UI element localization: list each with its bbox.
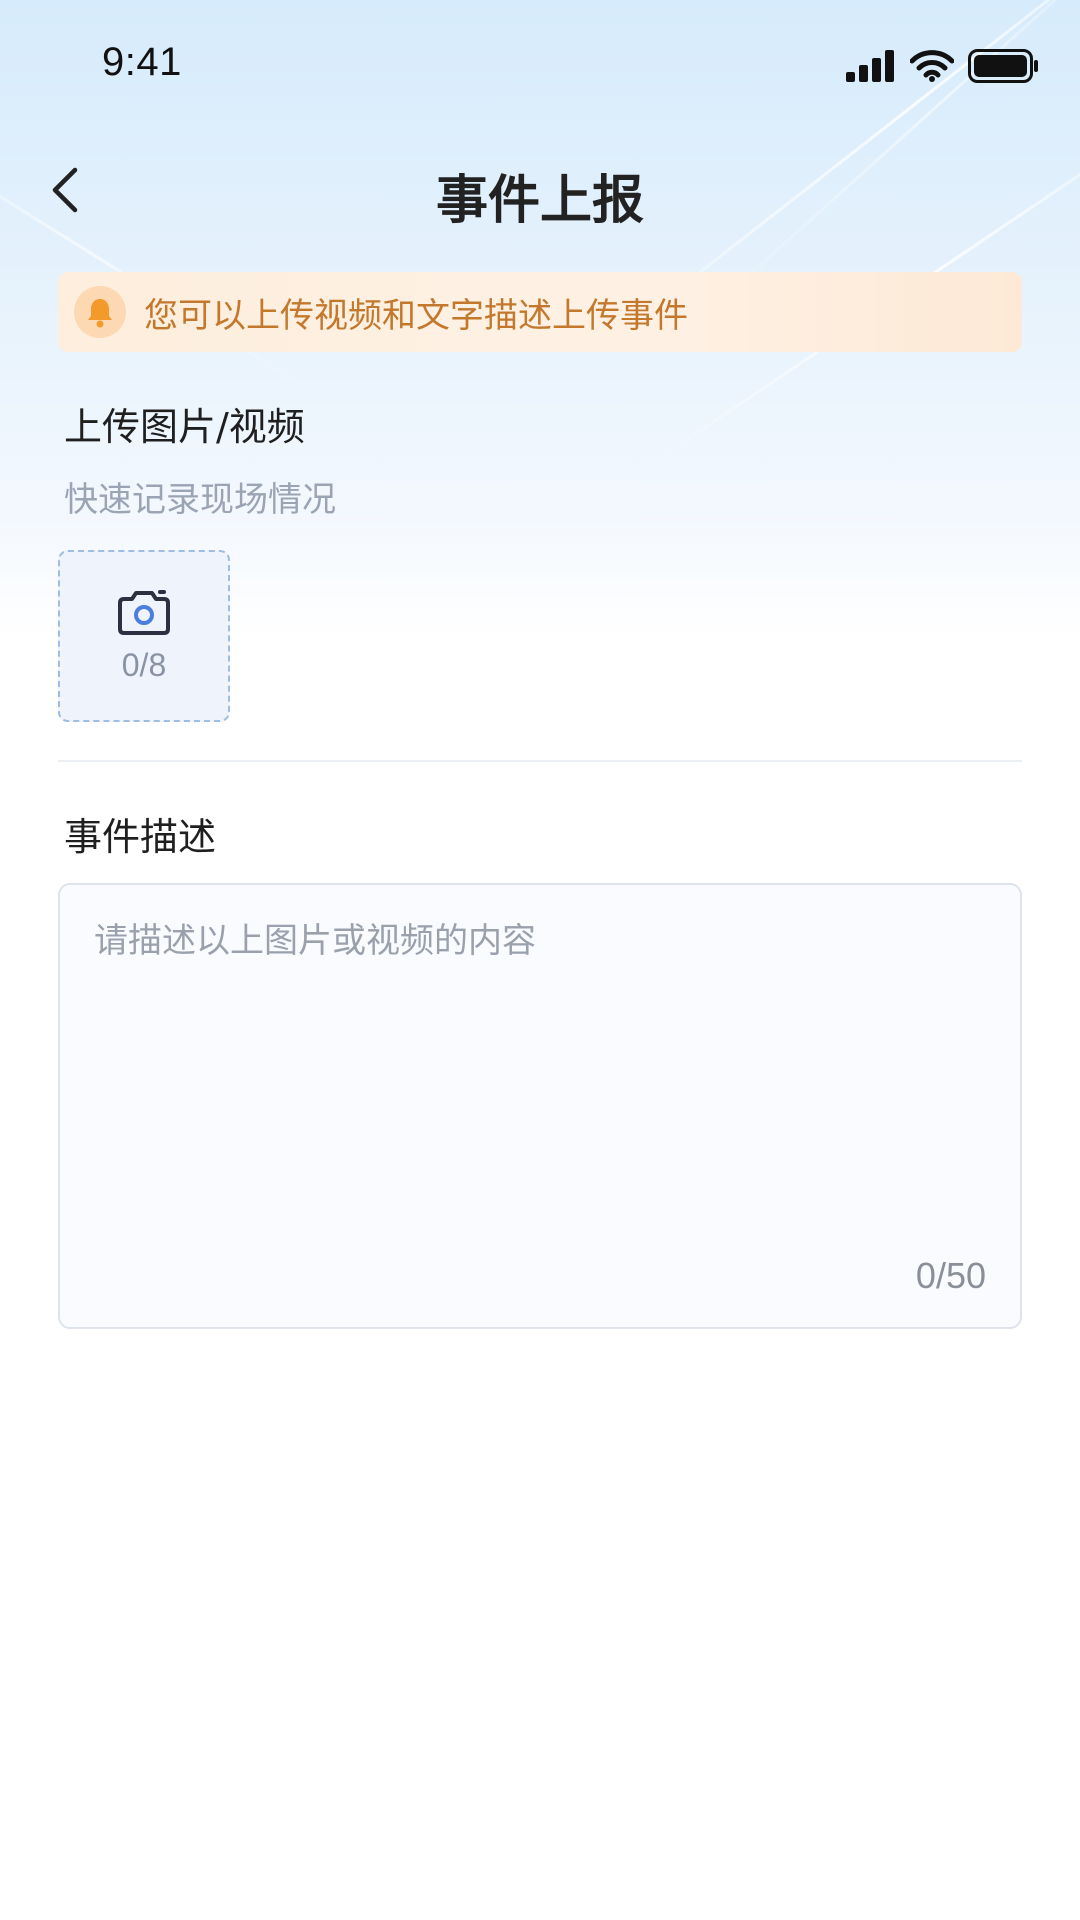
description-section-title: 事件描述 [64,815,217,859]
status-time: 9:41 [102,40,182,84]
upload-section-title: 上传图片/视频 [64,405,305,449]
nav-bar: 事件上报 [0,150,1080,231]
page-title: 事件上报 [435,171,644,231]
wifi-icon [910,50,954,82]
description-char-count: 0/50 [915,1255,986,1296]
signal-icon [846,50,894,82]
description-input[interactable] [94,913,984,1233]
bell-icon [74,286,126,338]
upload-count: 0/8 [121,646,167,683]
battery-icon [968,49,1038,83]
camera-icon [118,589,170,635]
section-divider [58,760,1022,762]
upload-media-button[interactable]: 0/8 [58,550,230,722]
description-box: 0/50 [58,883,1022,1329]
notice-text: 您可以上传视频和文字描述上传事件 [144,295,688,336]
upload-section-subtitle: 快速记录现场情况 [64,480,336,520]
status-icons [846,48,1040,84]
notice-banner: 您可以上传视频和文字描述上传事件 [58,272,1022,352]
status-bar: 9:41 [0,0,1080,130]
